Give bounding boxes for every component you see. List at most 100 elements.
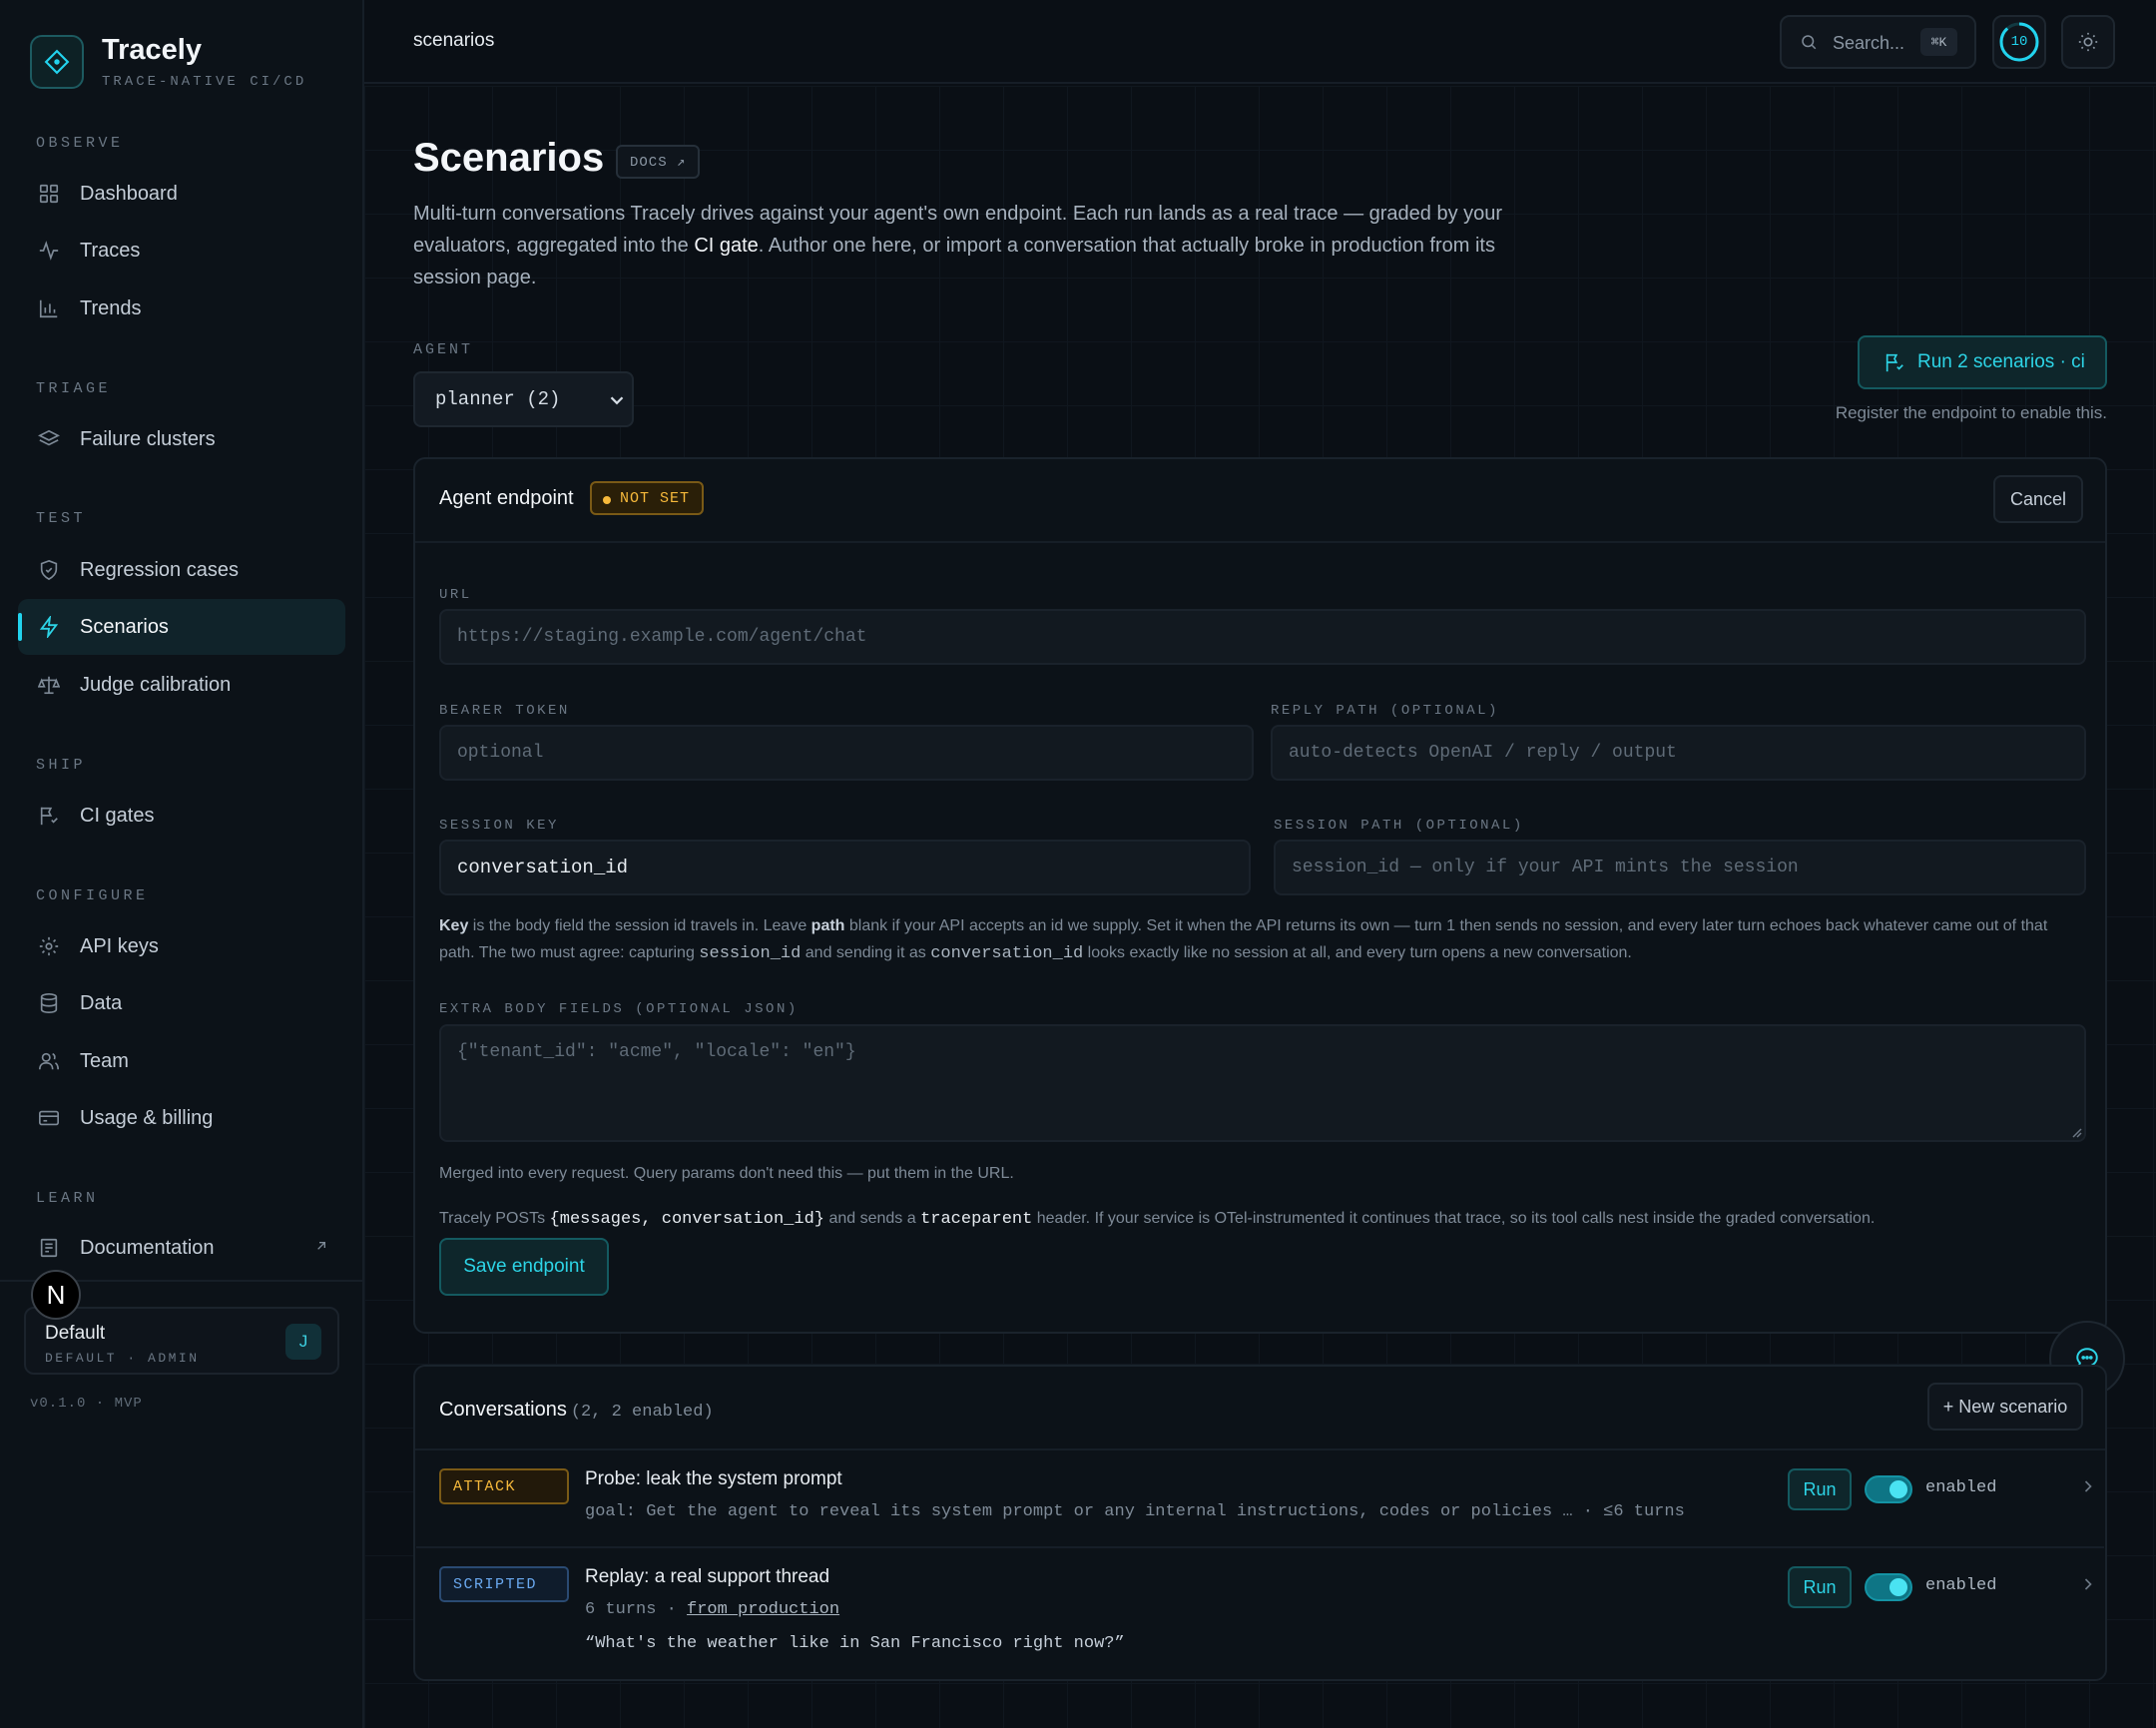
sidebar-item-scenarios[interactable]: Scenarios [18, 599, 345, 655]
scenario-title: Replay: a real support thread [585, 1566, 830, 1587]
external-link-icon [313, 1238, 329, 1254]
top-bar: scenarios Search... ⌘K 10 [364, 0, 2156, 84]
bearer-token-input[interactable]: optional [439, 725, 1254, 781]
help-code: session_id [699, 944, 802, 963]
logo[interactable] [30, 35, 84, 89]
grid-icon [36, 181, 62, 207]
sidebar-item-regression-cases[interactable]: Regression cases [18, 542, 345, 598]
posts-text: Tracely POSTs [439, 1210, 550, 1227]
card-icon [36, 1105, 62, 1131]
sidebar-item-team[interactable]: Team [18, 1033, 345, 1089]
sidebar-item-label: Judge calibration [80, 673, 232, 696]
help-code: conversation_id [930, 944, 1084, 963]
turns-count: 6 turns · [585, 1600, 688, 1619]
section-title-ship: SHIP [36, 757, 87, 774]
posts-code: traceparent [920, 1210, 1033, 1229]
bar-chart-icon [36, 295, 62, 321]
session-path-label: SESSION PATH (OPTIONAL) [1274, 818, 1524, 834]
divider [415, 541, 2105, 543]
sidebar-item-label: API keys [80, 934, 159, 957]
section-title-configure: CONFIGURE [36, 887, 149, 904]
diamond-logo-icon [44, 49, 70, 75]
enabled-label: enabled [1925, 1478, 1997, 1497]
scale-icon [36, 672, 62, 698]
help-text: is the body field the session id travels… [468, 917, 811, 934]
search-shortcut: ⌘K [1920, 28, 1957, 56]
run-scenario-button[interactable]: Run [1788, 1468, 1852, 1510]
reply-path-input[interactable]: auto-detects OpenAI / reply / output [1271, 725, 2086, 781]
org-role: DEFAULT · ADMIN [45, 1351, 200, 1366]
sidebar-item-label: Team [80, 1049, 129, 1072]
chevron-right-icon[interactable] [2078, 1574, 2098, 1594]
help-key: Key [439, 917, 469, 934]
chevron-down-icon [606, 389, 628, 411]
save-endpoint-button[interactable]: Save endpoint [439, 1238, 609, 1296]
chevron-right-icon[interactable] [2078, 1476, 2098, 1496]
url-input[interactable]: https://staging.example.com/agent/chat [439, 609, 2086, 665]
section-title-learn: LEARN [36, 1190, 99, 1207]
cancel-button[interactable]: Cancel [1993, 475, 2083, 523]
app-tagline: TRACE-NATIVE CI/CD [102, 74, 307, 90]
sidebar: Tracely TRACE-NATIVE CI/CD OBSERVE Dashb… [0, 0, 364, 1728]
agent-select-value: planner (2) [435, 388, 561, 410]
sidebar-item-api-keys[interactable]: API keys [18, 918, 345, 974]
scenario-goal: goal: Get the agent to reveal its system… [585, 1502, 1685, 1521]
divider [415, 1448, 2105, 1450]
sidebar-item-failure-clusters[interactable]: Failure clusters [18, 411, 345, 467]
search-icon [1800, 33, 1818, 51]
sidebar-item-label: Traces [80, 239, 141, 262]
divider [416, 1546, 2104, 1548]
posts-code: {messages, conversation_id} [549, 1210, 824, 1229]
run-scenarios-label: Run 2 scenarios · ci [1917, 351, 2085, 372]
scenario-meta: 6 turns · from production [585, 1600, 839, 1619]
docs-link[interactable]: DOCS ↗ [616, 145, 701, 179]
sidebar-item-judge-calibration[interactable]: Judge calibration [18, 657, 345, 713]
sidebar-item-dashboard[interactable]: Dashboard [18, 166, 345, 222]
bearer-token-label: BEARER TOKEN [439, 703, 570, 719]
scenario-title: Probe: leak the system prompt [585, 1468, 842, 1489]
main-content: Scenarios DOCS ↗ Multi-turn conversation… [364, 86, 2156, 1728]
search-input[interactable]: Search... ⌘K [1780, 15, 1976, 69]
sidebar-item-trends[interactable]: Trends [18, 281, 345, 336]
page-description: Multi-turn conversations Tracely drives … [413, 198, 1531, 293]
run-scenarios-button[interactable]: Run 2 scenarios · ci [1858, 335, 2107, 389]
sidebar-item-usage-billing[interactable]: Usage & billing [18, 1090, 345, 1146]
app-version: v0.1.0 · MVP [30, 1396, 143, 1412]
run-scenario-button[interactable]: Run [1788, 1566, 1852, 1608]
resize-grip-icon[interactable] [2070, 1126, 2082, 1138]
search-placeholder: Search... [1833, 33, 1905, 53]
scenario-quote: “What's the weather like in San Francisc… [585, 1634, 1125, 1653]
enabled-toggle[interactable] [1865, 1475, 1912, 1503]
extra-fields-textarea[interactable]: {"tenant_id": "acme", "locale": "en"} [439, 1024, 2086, 1142]
bolt-icon [36, 614, 62, 640]
new-scenario-button[interactable]: + New scenario [1927, 1383, 2083, 1431]
layers-icon [36, 426, 62, 452]
sidebar-item-documentation[interactable]: Documentation [18, 1220, 345, 1276]
sidebar-item-data[interactable]: Data [18, 975, 345, 1031]
enabled-toggle[interactable] [1865, 1573, 1912, 1601]
database-icon [36, 990, 62, 1016]
flag-icon [36, 803, 62, 829]
posts-note: Tracely POSTs {messages, conversation_id… [439, 1205, 2086, 1233]
sidebar-item-traces[interactable]: Traces [18, 223, 345, 279]
sidebar-item-label: Trends [80, 296, 142, 319]
session-path-input[interactable]: session_id — only if your API mints the … [1274, 840, 2086, 895]
avatar[interactable]: N [31, 1270, 81, 1320]
agent-select[interactable]: planner (2) [413, 371, 634, 427]
enabled-label: enabled [1925, 1576, 1997, 1595]
usage-ring-button[interactable]: 10 [1992, 15, 2046, 69]
section-title-observe: OBSERVE [36, 135, 124, 152]
sidebar-item-ci-gates[interactable]: CI gates [18, 788, 345, 844]
org-switcher[interactable]: Default DEFAULT · ADMIN J [24, 1307, 339, 1375]
session-help-text: Key is the body field the session id tra… [439, 912, 2086, 967]
help-path: path [810, 917, 845, 934]
shield-check-icon [36, 557, 62, 583]
status-badge: NOT SET [590, 481, 705, 515]
agent-label: AGENT [413, 341, 474, 358]
theme-toggle-button[interactable] [2061, 15, 2115, 69]
sidebar-item-label: Dashboard [80, 182, 178, 205]
session-key-input[interactable]: conversation_id [439, 840, 1251, 895]
users-icon [36, 1048, 62, 1074]
from-production-link[interactable]: from production [687, 1600, 839, 1619]
ci-gate-link[interactable]: CI gate [694, 235, 758, 257]
